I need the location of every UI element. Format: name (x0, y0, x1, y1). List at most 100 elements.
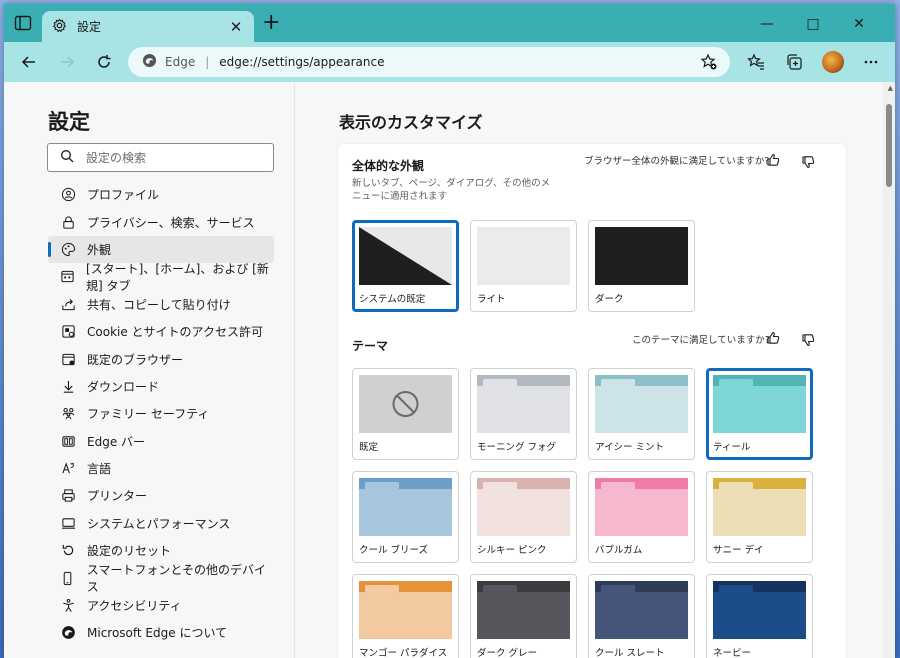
appearance-preview (359, 227, 452, 285)
family-icon (60, 406, 76, 422)
address-brand: Edge (165, 55, 196, 69)
favorites-icon[interactable] (745, 51, 767, 73)
close-window-button[interactable]: ✕ (836, 12, 882, 36)
sidebar-item[interactable]: Microsoft Edge について (48, 619, 274, 646)
theme-thumbs-down-icon[interactable] (801, 333, 817, 349)
sidebar-item[interactable]: プライバシー、検索、サービス (48, 208, 274, 235)
gear-icon (52, 18, 67, 36)
sidebar-item-label: プロファイル (87, 188, 160, 203)
add-favorite-icon[interactable] (700, 53, 718, 71)
collections-icon[interactable] (783, 51, 805, 73)
settings-sidebar: 設定 設定の検索 プロファイル プライバシー、検索、サービス 外観 [スタート]、[ホ… (4, 82, 295, 658)
theme-preview (477, 375, 570, 433)
profile-avatar[interactable] (822, 51, 844, 73)
new-tab-button[interactable]: + (262, 12, 280, 34)
sidebar-item[interactable]: プリンター (48, 482, 274, 509)
overall-appearance-title: 全体的な外観 (352, 159, 425, 173)
theme-option[interactable]: モーニング フォグ (470, 368, 577, 460)
theme-option-label: アイシー ミント (595, 442, 665, 453)
sidebar-item-label: プリンター (87, 489, 148, 504)
sidebar-item[interactable]: スマートフォンとその他のデバイス (48, 563, 274, 594)
theme-option[interactable]: マンゴー パラダイス (352, 574, 459, 658)
sidebar-nav: プロファイル プライバシー、検索、サービス 外観 [スタート]、[ホーム]、および [… (48, 181, 274, 647)
theme-thumbs-up-icon[interactable] (766, 331, 782, 347)
theme-preview (595, 581, 688, 639)
scroll-up-icon[interactable]: ▲ (888, 84, 893, 92)
sidebar-item[interactable]: アクセシビリティ (48, 592, 274, 619)
address-bar[interactable]: Edge | edge://settings/appearance (128, 47, 730, 77)
overall-appearance-option[interactable]: ライト (470, 220, 577, 312)
theme-preview (359, 375, 452, 433)
appearance-card: 全体的な外観 新しいタブ、ページ、ダイアログ、その他のメニューに適用されます ブ… (338, 144, 846, 658)
thumbs-up-icon[interactable] (766, 153, 782, 169)
theme-option[interactable]: ダーク グレー (470, 574, 577, 658)
sidebar-item-label: Cookie とサイトのアクセス許可 (87, 325, 263, 340)
theme-option[interactable]: アイシー ミント (588, 368, 695, 460)
new-tab-icon (60, 269, 75, 285)
overall-appearance-option[interactable]: ダーク (588, 220, 695, 312)
sidebar-item-label: 設定のリセット (87, 544, 172, 559)
browser-window: 設定 ✕ + — □ ✕ Edge | edge://settings/appe… (4, 4, 895, 658)
sidebar-item-label: システムとパフォーマンス (87, 516, 231, 531)
theme-option-label: サニー デイ (713, 545, 764, 556)
vertical-scrollbar[interactable]: ▲ (883, 82, 895, 658)
theme-option[interactable]: 既定 (352, 368, 459, 460)
theme-option-label: ネービー (713, 648, 752, 658)
sidebar-item[interactable]: ファミリー セーフティ (48, 400, 274, 427)
sidebar-item[interactable]: [スタート]、[ホーム]、および [新規] タブ (48, 262, 274, 293)
tab-actions-icon[interactable] (14, 15, 32, 31)
theme-preview (713, 478, 806, 536)
scrollbar-thumb[interactable] (886, 104, 892, 187)
sidebar-item-label: ダウンロード (87, 379, 160, 394)
theme-preview (713, 375, 806, 433)
sidebar-item-label: 共有、コピーして貼り付け (87, 297, 231, 312)
cookie-icon (60, 324, 76, 340)
theme-title: テーマ (352, 339, 389, 353)
minimize-button[interactable]: — (744, 12, 790, 36)
sidebar-item-label: プライバシー、検索、サービス (87, 215, 255, 230)
theme-option[interactable]: クール ブリーズ (352, 471, 459, 563)
maximize-button[interactable]: □ (790, 12, 836, 36)
phone-icon (60, 570, 76, 586)
forward-icon[interactable] (56, 51, 78, 73)
sidebar-item[interactable]: 共有、コピーして貼り付け (48, 291, 274, 318)
theme-preview (595, 375, 688, 433)
language-icon (60, 461, 76, 477)
appearance-preview (477, 227, 570, 285)
refresh-icon[interactable] (93, 51, 115, 73)
theme-preview (477, 478, 570, 536)
edge-logo-icon (142, 53, 157, 71)
theme-preview (359, 581, 452, 639)
sidebar-item[interactable]: 言語 (48, 455, 274, 482)
theme-preview (359, 478, 452, 536)
sidebar-item[interactable]: Edge バー (48, 428, 274, 455)
profile-icon (60, 187, 76, 203)
theme-option-label: ティール (713, 442, 751, 453)
theme-option[interactable]: サニー デイ (706, 471, 813, 563)
sidebar-item[interactable]: 既定のブラウザー (48, 345, 274, 372)
sidebar-item[interactable]: Cookie とサイトのアクセス許可 (48, 318, 274, 345)
sidebar-item[interactable]: システムとパフォーマンス (48, 510, 274, 537)
theme-preview (713, 581, 806, 639)
appearance-option-label: ライト (477, 294, 506, 305)
search-icon (60, 149, 74, 166)
settings-search-input[interactable]: 設定の検索 (47, 143, 274, 172)
appearance-option-label: ダーク (595, 294, 624, 305)
printer-icon (60, 488, 76, 504)
theme-option[interactable]: ネービー (706, 574, 813, 658)
theme-option[interactable]: クール スレート (588, 574, 695, 658)
sidebar-item[interactable]: プロファイル (48, 181, 274, 208)
tab-settings[interactable]: 設定 ✕ (42, 11, 254, 42)
more-options-icon[interactable] (860, 51, 882, 73)
theme-option[interactable]: ティール (706, 368, 813, 460)
back-icon[interactable] (18, 51, 40, 73)
thumbs-down-icon[interactable] (801, 155, 817, 171)
theme-option[interactable]: バブルガム (588, 471, 695, 563)
sidebar-item-label: Microsoft Edge について (87, 626, 228, 641)
appearance-option-label: システムの既定 (359, 294, 426, 305)
theme-preview (477, 581, 570, 639)
close-tab-icon[interactable]: ✕ (228, 18, 244, 36)
overall-appearance-option[interactable]: システムの既定 (352, 220, 459, 312)
theme-option[interactable]: シルキー ピンク (470, 471, 577, 563)
sidebar-item[interactable]: ダウンロード (48, 373, 274, 400)
